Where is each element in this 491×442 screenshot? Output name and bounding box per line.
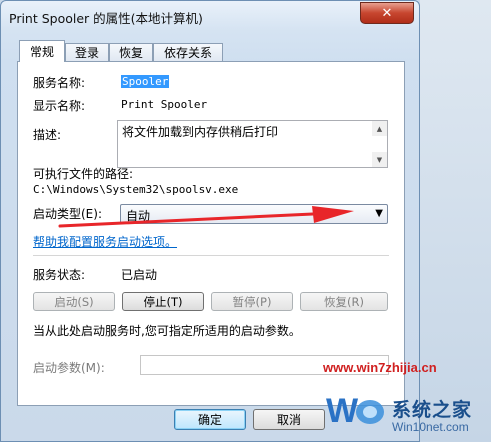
service-status-label: 服务状态: bbox=[33, 268, 86, 282]
exe-path-label: 可执行文件的路径: bbox=[33, 167, 134, 181]
tab-logon[interactable]: 登录 bbox=[65, 43, 109, 61]
service-name-label: 服务名称: bbox=[33, 76, 86, 90]
start-params-hint: 当从此处启动服务时,您可指定所适用的启动参数。 bbox=[33, 324, 301, 338]
resume-button[interactable]: 恢复(R) bbox=[300, 292, 388, 311]
desktop-background bbox=[420, 0, 491, 442]
scroll-up-icon[interactable]: ▲ bbox=[372, 121, 387, 136]
close-button[interactable]: ✕ bbox=[360, 2, 414, 24]
title-bar[interactable]: Print Spooler 的属性(本地计算机) ✕ bbox=[1, 1, 419, 31]
stop-button[interactable]: 停止(T) bbox=[122, 292, 204, 311]
exe-path-value[interactable]: C:\Windows\System32\spoolsv.exe bbox=[33, 183, 238, 196]
description-text: 将文件加载到内存供稍后打印 bbox=[122, 125, 279, 139]
display-name-value[interactable]: Print Spooler bbox=[121, 98, 207, 111]
properties-dialog: Print Spooler 的属性(本地计算机) ✕ 常规 登录 恢复 依存关系… bbox=[0, 0, 420, 442]
service-status-value: 已启动 bbox=[121, 268, 158, 282]
window-title: Print Spooler 的属性(本地计算机) bbox=[9, 11, 203, 26]
watermark-logo-icon: W bbox=[326, 392, 384, 430]
close-icon: ✕ bbox=[381, 5, 393, 21]
cancel-button[interactable]: 取消 bbox=[253, 409, 325, 430]
description-label: 描述: bbox=[33, 128, 62, 142]
start-params-label: 启动参数(M): bbox=[33, 361, 105, 375]
tab-recovery[interactable]: 恢复 bbox=[109, 43, 153, 61]
start-button[interactable]: 启动(S) bbox=[33, 292, 115, 311]
general-tab-panel: 服务名称: Spooler 显示名称: Print Spooler 描述: 将文… bbox=[17, 61, 405, 406]
help-configure-link[interactable]: 帮助我配置服务启动选项。 bbox=[33, 233, 177, 250]
ok-button[interactable]: 确定 bbox=[174, 409, 246, 430]
service-name-text: Spooler bbox=[121, 75, 170, 88]
annotation-arrow bbox=[58, 206, 354, 228]
scroll-down-icon[interactable]: ▼ bbox=[372, 152, 387, 167]
watermark-name: 系统之家 bbox=[392, 400, 473, 421]
watermark-url: www.win7zhijia.cn bbox=[323, 360, 437, 375]
display-name-label: 显示名称: bbox=[33, 99, 86, 113]
service-name-value[interactable]: Spooler bbox=[121, 75, 170, 88]
description-box[interactable]: 将文件加载到内存供稍后打印 ▲ ▼ bbox=[117, 120, 388, 168]
pause-button[interactable]: 暂停(P) bbox=[211, 292, 293, 311]
tab-general[interactable]: 常规 bbox=[19, 40, 65, 62]
svg-text:W: W bbox=[326, 392, 359, 430]
tab-dependencies[interactable]: 依存关系 bbox=[153, 43, 223, 61]
watermark-domain: Win10net.com bbox=[392, 420, 469, 434]
divider bbox=[33, 255, 389, 256]
